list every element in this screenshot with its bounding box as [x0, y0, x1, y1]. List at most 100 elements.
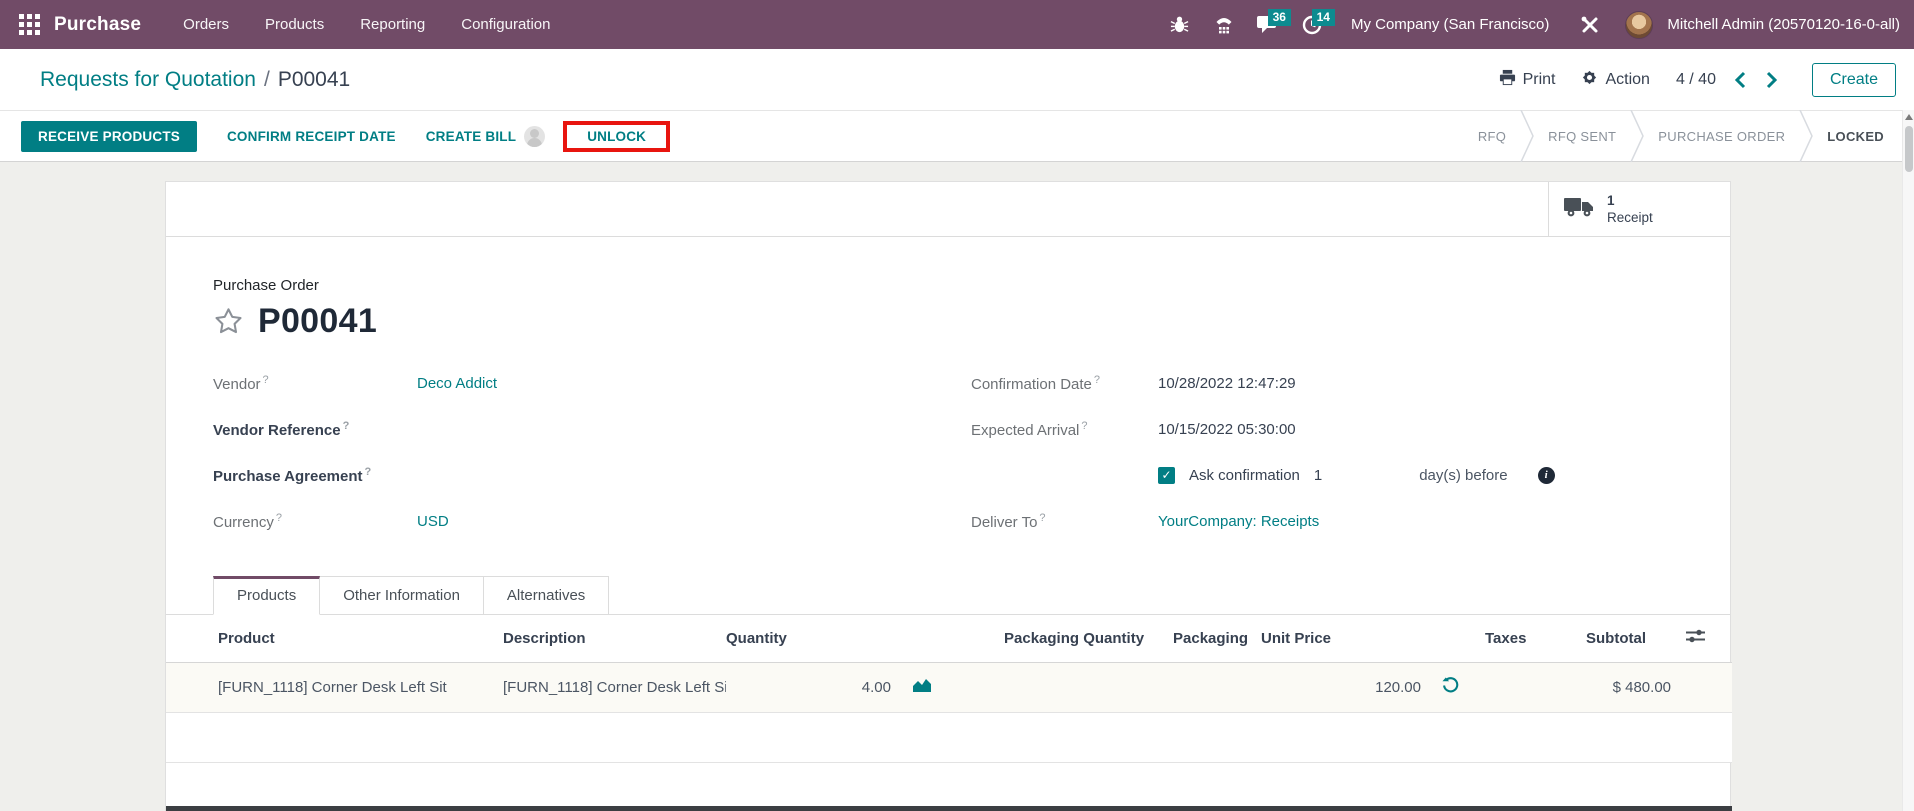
vertical-scrollbar[interactable]: [1902, 110, 1914, 811]
purchase-order-form: 1 Receipt Purchase Order P00041 Ve: [165, 181, 1731, 811]
col-quantity-icon-spacer: [896, 615, 956, 662]
col-product[interactable]: Product: [166, 615, 451, 662]
debug-bug-icon[interactable]: [1161, 8, 1199, 42]
ask-confirmation-days-input[interactable]: 1: [1314, 467, 1322, 484]
state-rfq[interactable]: RFQ: [1464, 129, 1520, 144]
app-name[interactable]: Purchase: [54, 14, 141, 36]
cell-product[interactable]: [FURN_1118] Corner Desk Left Sit: [166, 662, 451, 712]
help-marker: ?: [1039, 512, 1045, 524]
scrollbar-up-arrow-icon[interactable]: [1903, 110, 1914, 124]
tab-products[interactable]: Products: [213, 576, 320, 615]
breadcrumb-parent-link[interactable]: Requests for Quotation: [40, 68, 256, 92]
purchase-agreement-label: Purchase Agreement?: [213, 466, 417, 485]
create-bill-button[interactable]: CREATE BILL: [426, 126, 545, 147]
expected-arrival-label: Expected Arrival?: [971, 420, 1158, 439]
menu-reporting[interactable]: Reporting: [346, 8, 439, 41]
control-panel: Requests for Quotation / P00041 Print Ac…: [0, 49, 1914, 110]
gear-icon: [1581, 69, 1598, 91]
state-pipeline: RFQ RFQ SENT PURCHASE ORDER LOCKED: [1464, 111, 1898, 161]
unlock-button[interactable]: UNLOCK: [587, 129, 646, 144]
field-expected-arrival: Expected Arrival? 10/15/2022 05:30:00: [971, 417, 1555, 441]
field-currency: Currency? USD: [213, 509, 773, 533]
top-navbar: Purchase Orders Products Reporting Confi…: [0, 0, 1914, 49]
expected-arrival-value[interactable]: 10/15/2022 05:30:00: [1158, 421, 1296, 438]
menu-products[interactable]: Products: [251, 8, 338, 41]
optional-columns-icon[interactable]: [1676, 615, 1732, 662]
deliver-to-value-link[interactable]: YourCompany: Receipts: [1158, 513, 1319, 530]
breadcrumb-current: P00041: [278, 68, 350, 92]
receipt-label: Receipt: [1607, 209, 1653, 226]
company-switcher[interactable]: My Company (San Francisco): [1351, 16, 1549, 33]
cell-taxes[interactable]: [1466, 662, 1586, 712]
info-icon: i: [1538, 467, 1555, 484]
currency-value-link[interactable]: USD: [417, 513, 449, 530]
cell-quantity[interactable]: 4.00: [726, 662, 896, 712]
mobile-switch-icon[interactable]: [1205, 8, 1243, 42]
cell-description[interactable]: [FURN_1118] Corner Desk Left Sit: [451, 662, 726, 712]
confirmation-date-value: 10/28/2022 12:47:29: [1158, 375, 1296, 392]
receive-products-button[interactable]: RECEIVE PRODUCTS: [21, 121, 197, 152]
create-button[interactable]: Create: [1812, 63, 1896, 97]
truck-icon: [1563, 195, 1595, 224]
col-subtotal[interactable]: Subtotal: [1586, 615, 1676, 662]
vendor-value-link[interactable]: Deco Addict: [417, 375, 497, 392]
tab-alternatives[interactable]: Alternatives: [484, 576, 609, 615]
state-separator: [1630, 110, 1644, 162]
print-button[interactable]: Print: [1499, 69, 1556, 91]
control-panel-actions: Print Action 4 / 40 Create: [1499, 63, 1896, 97]
pager-value: 4 / 40: [1676, 71, 1716, 89]
cell-packaging-quantity[interactable]: [956, 662, 1166, 712]
support-tools-icon[interactable]: [1571, 8, 1609, 42]
printer-icon: [1499, 69, 1516, 91]
field-vendor: Vendor? Deco Addict: [213, 371, 773, 395]
deliver-to-label: Deliver To?: [971, 512, 1158, 531]
scrollbar-thumb[interactable]: [1905, 126, 1913, 172]
favorite-star-icon[interactable]: [213, 306, 244, 337]
pager-previous-icon[interactable]: [1732, 69, 1748, 91]
confirm-receipt-date-button[interactable]: CONFIRM RECEIPT DATE: [227, 129, 396, 144]
activities-clock-icon[interactable]: 14: [1293, 8, 1331, 42]
menu-configuration[interactable]: Configuration: [447, 8, 564, 41]
field-confirmation-date: Confirmation Date? 10/28/2022 12:47:29: [971, 371, 1555, 395]
help-marker: ?: [276, 512, 282, 524]
price-history-icon[interactable]: [1426, 662, 1466, 712]
col-unit-price[interactable]: Unit Price: [1261, 615, 1426, 662]
field-ask-confirmation: ✓ Ask confirmation 1 day(s) before i: [971, 463, 1555, 487]
apps-grid-icon[interactable]: [12, 8, 46, 42]
confirmation-date-label: Confirmation Date?: [971, 374, 1158, 393]
notebook-tabs: Products Other Information Alternatives: [166, 575, 1730, 615]
state-locked[interactable]: LOCKED: [1813, 129, 1898, 144]
ask-confirmation-checkbox[interactable]: ✓: [1158, 467, 1175, 484]
activities-count-badge: 14: [1312, 9, 1335, 26]
cell-unit-price[interactable]: 120.00: [1261, 662, 1426, 712]
record-type-label: Purchase Order: [213, 277, 1730, 294]
state-purchase-order[interactable]: PURCHASE ORDER: [1644, 129, 1799, 144]
cell-subtotal: $ 480.00: [1586, 662, 1676, 712]
main-content: 1 Receipt Purchase Order P00041 Ve: [0, 162, 1914, 811]
field-deliver-to: Deliver To? YourCompany: Receipts: [971, 509, 1555, 533]
help-marker: ?: [1094, 374, 1100, 386]
state-rfq-sent[interactable]: RFQ SENT: [1534, 129, 1630, 144]
messages-icon[interactable]: 36: [1249, 8, 1287, 42]
col-taxes[interactable]: Taxes: [1466, 615, 1586, 662]
col-description[interactable]: Description: [451, 615, 726, 662]
col-packaging-quantity[interactable]: Packaging Quantity: [956, 615, 1166, 662]
user-menu[interactable]: Mitchell Admin (20570120-16-0-all): [1667, 16, 1900, 33]
forecast-chart-icon[interactable]: [896, 662, 956, 712]
field-vendor-reference: Vendor Reference?: [213, 417, 773, 441]
receipt-smart-button[interactable]: 1 Receipt: [1548, 182, 1730, 236]
tab-other-information[interactable]: Other Information: [320, 576, 484, 615]
menu-orders[interactable]: Orders: [169, 8, 243, 41]
help-marker: ?: [1081, 420, 1087, 432]
col-quantity[interactable]: Quantity: [726, 615, 896, 662]
pager-next-icon[interactable]: [1764, 69, 1780, 91]
action-button[interactable]: Action: [1581, 69, 1649, 91]
col-packaging[interactable]: Packaging: [1166, 615, 1261, 662]
user-avatar[interactable]: [1625, 11, 1653, 39]
order-line-row[interactable]: [FURN_1118] Corner Desk Left Sit [FURN_1…: [166, 662, 1732, 712]
assignee-avatar-placeholder-icon: [524, 126, 545, 147]
record-title: P00041: [258, 302, 377, 341]
totals-separator: [166, 806, 1732, 811]
cell-packaging[interactable]: [1166, 662, 1261, 712]
vendor-label: Vendor?: [213, 374, 417, 393]
